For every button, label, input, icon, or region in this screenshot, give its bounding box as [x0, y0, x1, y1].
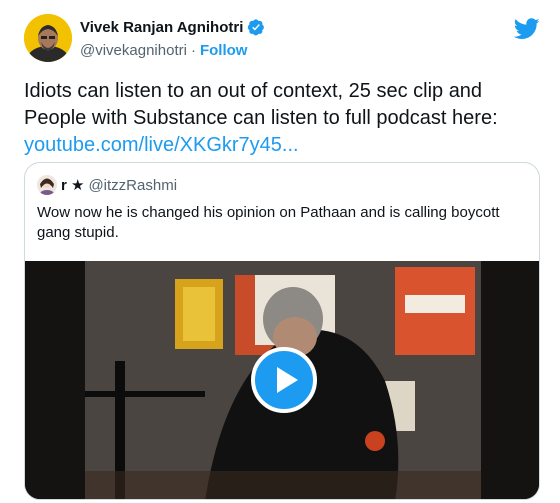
author-name-row: Vivek Ranjan Agnihotri: [80, 18, 265, 36]
author-avatar[interactable]: [24, 14, 72, 62]
youtube-link[interactable]: youtube.com/live/XKGkr7y45...: [24, 132, 544, 159]
follow-button[interactable]: Follow: [200, 42, 248, 59]
quoted-handle[interactable]: @itzzRashmi: [88, 177, 177, 194]
twitter-bird-icon[interactable]: [513, 18, 540, 40]
author-handle[interactable]: @vivekagnihotri: [80, 42, 187, 59]
quoted-tweet-header: r ★ @itzzRashmi: [37, 175, 177, 195]
author-display-name[interactable]: Vivek Ranjan Agnihotri: [80, 19, 243, 36]
tweet-card: Vivek Ranjan Agnihotri @vivekagnihotri · F…: [4, 0, 558, 503]
quoted-display-name[interactable]: r ★: [61, 176, 84, 194]
separator-dot: ·: [190, 42, 196, 59]
video-thumbnail[interactable]: [25, 261, 539, 499]
quoted-tweet-text: Wow now he is changed his opinion on Pat…: [37, 204, 500, 241]
tweet-text: Idiots can listen to an out of context, …: [24, 80, 498, 129]
quoted-author-avatar[interactable]: [37, 175, 57, 195]
tweet-body: Idiots can listen to an out of context, …: [24, 78, 544, 159]
quoted-tweet[interactable]: r ★ @itzzRashmi Wow now he is changed hi…: [24, 162, 540, 500]
verified-badge-icon: [247, 18, 265, 36]
play-button[interactable]: [251, 347, 317, 413]
author-handle-row: @vivekagnihotri · Follow: [80, 42, 247, 59]
play-icon: [277, 367, 298, 393]
